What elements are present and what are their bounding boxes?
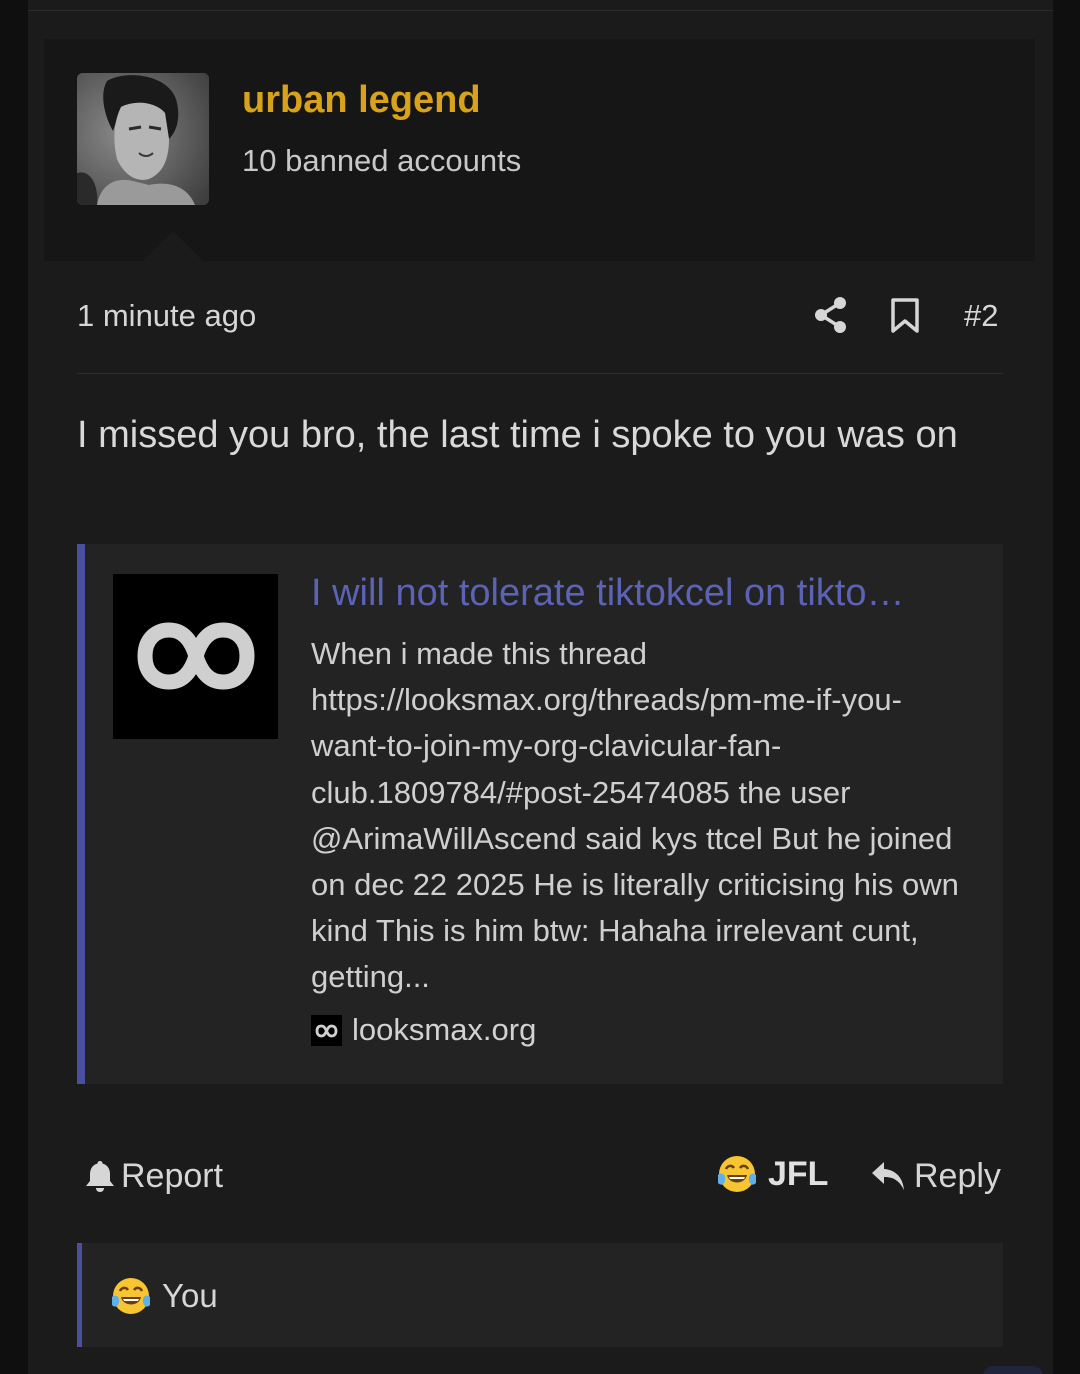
page: urban legend 10 banned accounts 1 minute… [0,0,1080,1374]
user-title: 10 banned accounts [242,143,522,178]
avatar[interactable] [77,73,209,205]
share-icon[interactable] [814,296,848,334]
post-body: I missed you bro, the last time i spoke … [77,414,958,456]
reply-label: Reply [914,1157,1001,1195]
infinity-logo-icon [137,622,255,690]
source-favicon-icon [311,1014,342,1046]
reaction-button[interactable]: JFL [716,1152,828,1196]
post-container: urban legend 10 banned accounts 1 minute… [28,0,1053,1374]
bookmark-icon[interactable] [890,298,920,334]
user-block-pointer [143,231,203,261]
post-number-link[interactable]: #2 [964,296,998,336]
reactions-summary[interactable]: You [77,1243,1003,1347]
username[interactable]: urban legend [242,77,481,123]
report-label: Report [121,1157,224,1195]
scroll-button[interactable] [983,1366,1043,1374]
report-button[interactable]: Report [85,1154,223,1198]
post-timestamp[interactable]: 1 minute ago [77,296,256,336]
embed-snippet: When i made this thread https://looksmax… [311,636,959,995]
source-name: looksmax.org [352,1012,537,1047]
link-preview-embed[interactable]: I will not tolerate tiktokcel on tikto… … [77,544,1003,1084]
reaction-label: JFL [768,1155,829,1193]
post-actions: Report JFL Reply [28,1150,1053,1200]
reply-button[interactable]: Reply [870,1154,1001,1198]
divider [77,373,1003,374]
reactions-users: You [162,1277,218,1314]
embed-thumbnail[interactable] [113,574,278,739]
embed-title-link[interactable]: I will not tolerate tiktokcel on tikto… [311,570,961,616]
reply-arrow-icon [872,1162,904,1190]
crying-laughing-emoji-icon [718,1156,756,1192]
crying-laughing-emoji-icon [112,1278,150,1314]
embed-source[interactable]: looksmax.org [311,1010,536,1050]
divider [28,10,1053,11]
bell-icon [86,1161,114,1192]
